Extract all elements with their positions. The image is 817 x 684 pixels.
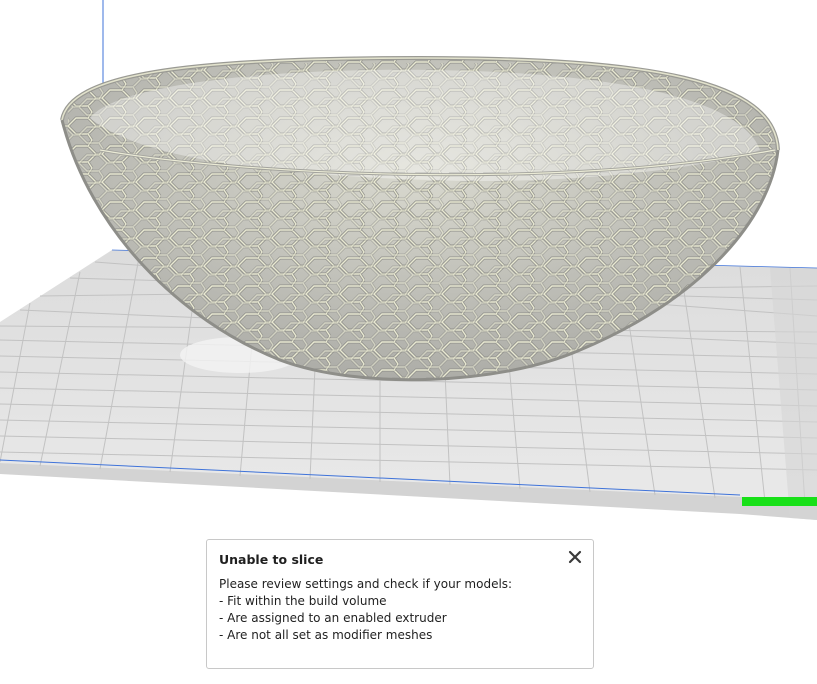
message-item: - Are assigned to an enabled extruder xyxy=(219,611,447,625)
message-item: - Fit within the build volume xyxy=(219,594,387,608)
unable-to-slice-message: Unable to slice Please review settings a… xyxy=(206,539,594,669)
message-item: - Are not all set as modifier meshes xyxy=(219,628,433,642)
message-intro: Please review settings and check if your… xyxy=(219,577,513,591)
message-body: Please review settings and check if your… xyxy=(219,576,581,644)
message-title: Unable to slice xyxy=(219,552,324,567)
close-icon xyxy=(568,550,582,564)
close-button[interactable] xyxy=(567,549,583,565)
y-axis-marker xyxy=(742,497,817,506)
